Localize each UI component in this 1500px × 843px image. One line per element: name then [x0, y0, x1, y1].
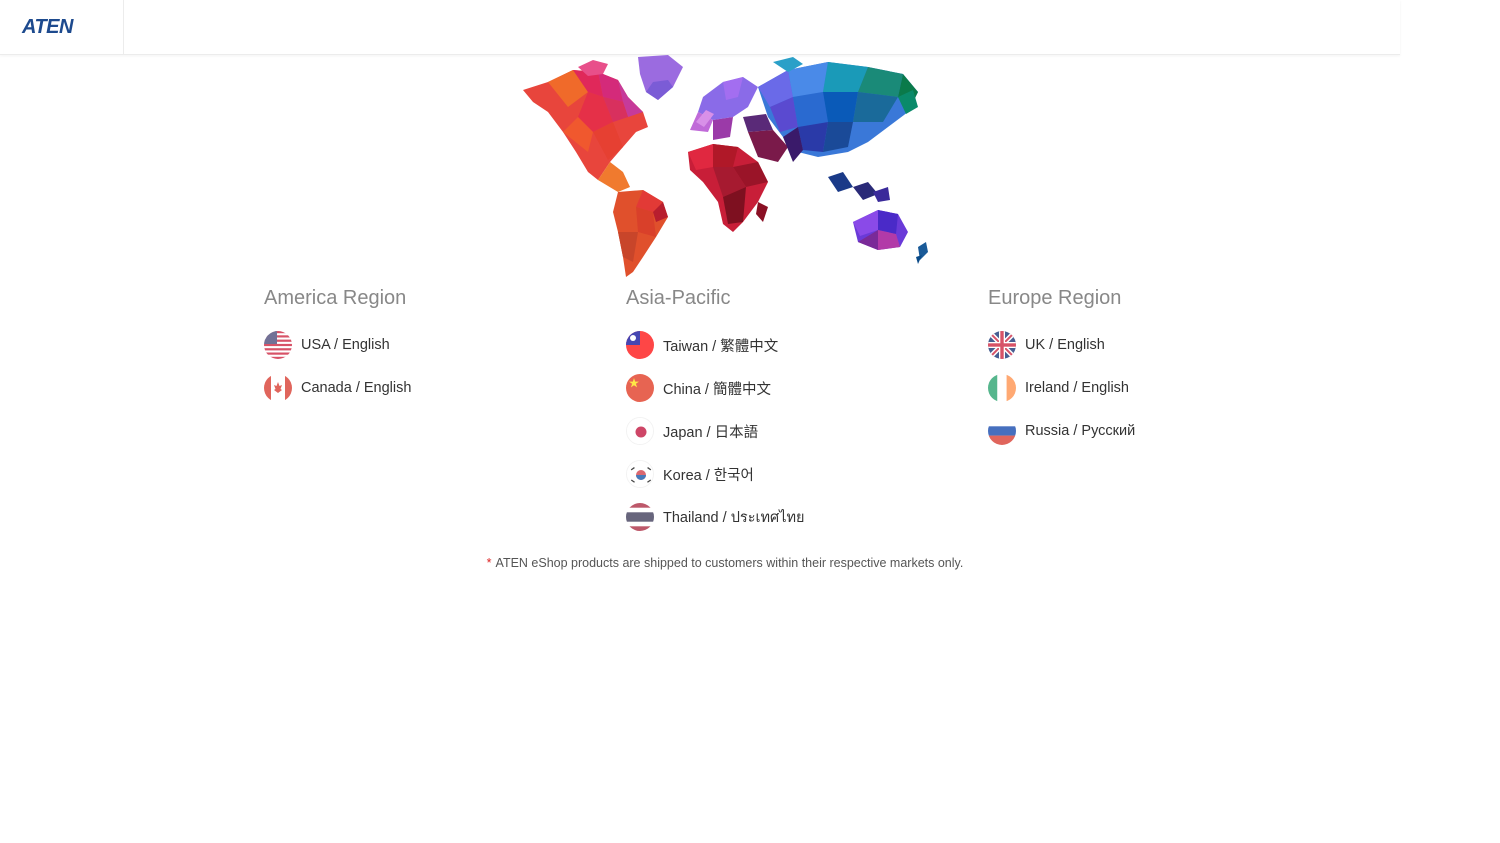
world-map-image: [523, 55, 928, 277]
thailand-flag-icon: [626, 503, 654, 531]
ireland-flag-icon: [988, 374, 1016, 402]
note-asterisk: *: [486, 556, 492, 570]
top-header: ATEN: [0, 0, 1400, 55]
country-thailand[interactable]: Thailand / ประเทศไทย: [626, 502, 926, 532]
logo-container[interactable]: ATEN: [0, 0, 124, 55]
country-russia[interactable]: Russia / Русский: [988, 416, 1288, 446]
region-america: America Region USA / English Canada / En…: [264, 284, 564, 416]
country-label: Taiwan / 繁體中文: [663, 338, 779, 355]
korea-flag-icon: [626, 460, 654, 488]
china-flag-icon: [626, 374, 654, 402]
taiwan-flag-icon: [626, 331, 654, 359]
country-label: UK / English: [1025, 337, 1105, 353]
japan-flag-icon: [626, 417, 654, 445]
canada-flag-icon: [264, 374, 292, 402]
country-taiwan[interactable]: Taiwan / 繁體中文: [626, 330, 926, 360]
country-uk[interactable]: UK / English: [988, 330, 1288, 360]
usa-flag-icon: [264, 331, 292, 359]
country-china[interactable]: China / 簡體中文: [626, 373, 926, 403]
country-label: Japan / 日本語: [663, 424, 759, 441]
aten-logo[interactable]: ATEN: [22, 16, 73, 39]
country-label: USA / English: [301, 337, 390, 353]
region-asia-pacific: Asia-Pacific Taiwan / 繁體中文 China / 簡體中文: [626, 284, 926, 545]
country-usa[interactable]: USA / English: [264, 330, 564, 360]
region-europe: Europe Region UK / English Ireland / Eng…: [988, 284, 1288, 459]
region-title: Europe Region: [988, 287, 1122, 309]
country-ireland[interactable]: Ireland / English: [988, 373, 1288, 403]
country-japan[interactable]: Japan / 日本語: [626, 416, 926, 446]
region-title: America Region: [264, 287, 407, 309]
russia-flag-icon: [988, 417, 1016, 445]
country-label: Korea / 한국어: [663, 467, 754, 484]
region-title: Asia-Pacific: [626, 287, 731, 309]
country-label: China / 簡體中文: [663, 381, 771, 398]
country-label: Russia / Русский: [1025, 423, 1136, 439]
country-label: Ireland / English: [1025, 380, 1129, 396]
country-label: Thailand / ประเทศไทย: [663, 509, 805, 526]
country-canada[interactable]: Canada / English: [264, 373, 564, 403]
uk-flag-icon: [988, 331, 1016, 359]
country-korea[interactable]: Korea / 한국어: [626, 459, 926, 489]
note-text: ATEN eShop products are shipped to custo…: [495, 556, 964, 570]
country-label: Canada / English: [301, 380, 412, 396]
shipping-note: * ATEN eShop products are shipped to cust…: [0, 556, 1450, 570]
